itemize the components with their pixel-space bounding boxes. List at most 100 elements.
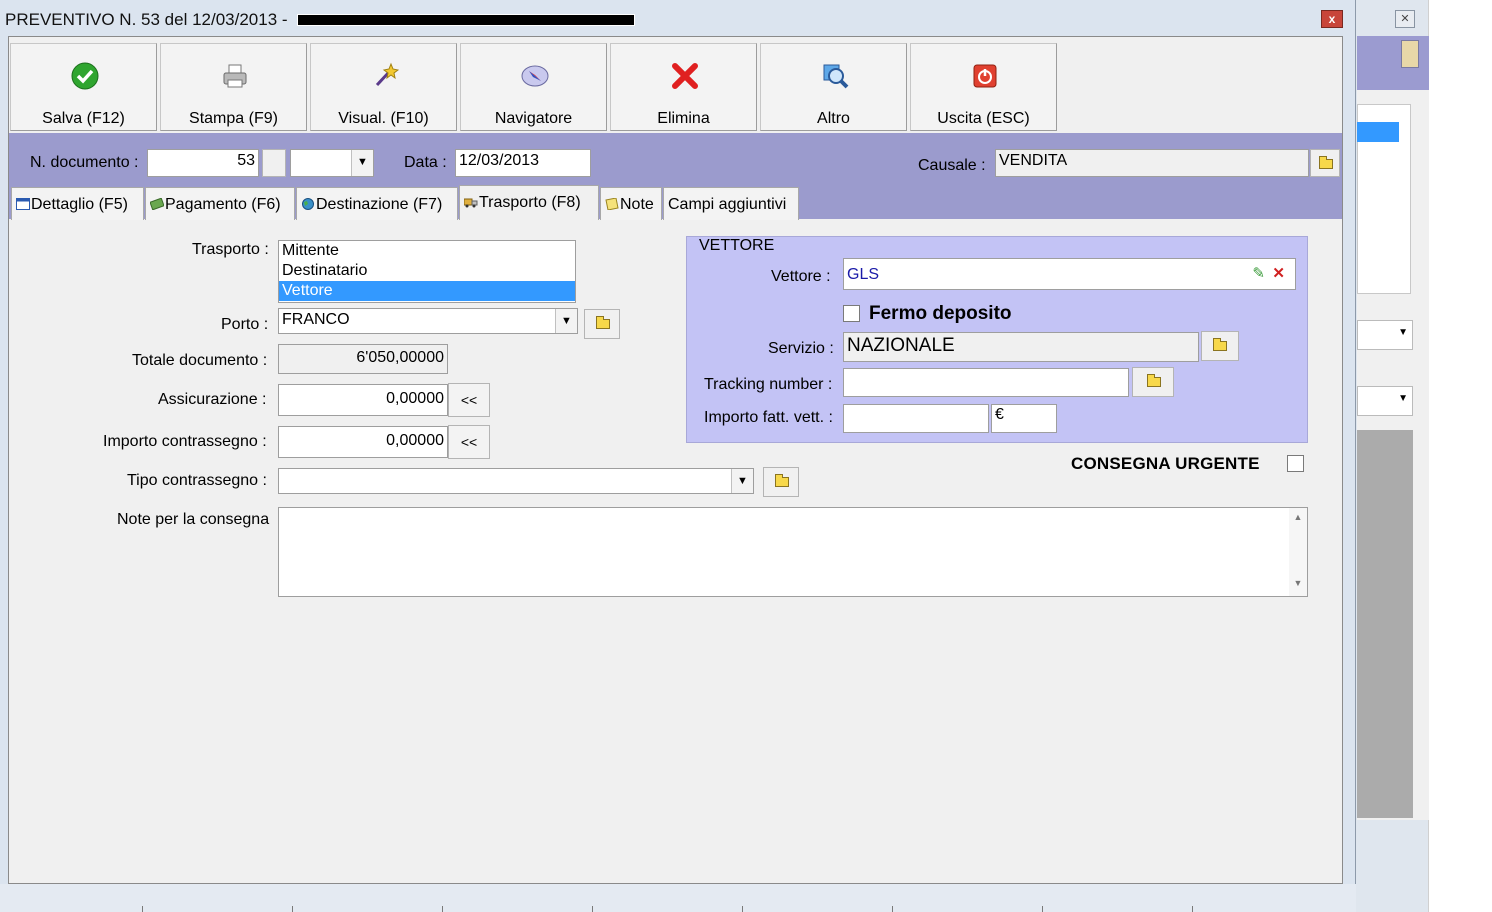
navigator-button-label: Navigatore <box>494 110 573 127</box>
folder-icon <box>1213 338 1227 351</box>
tipo-contrassegno-browse-button[interactable] <box>763 467 799 497</box>
redacted-customer-name <box>297 14 635 26</box>
scroll-up-icon[interactable]: ▲ <box>1289 512 1307 522</box>
contrassegno-field[interactable]: 0,00000 <box>278 426 448 458</box>
fermo-deposito-checkbox[interactable] <box>843 305 860 322</box>
consegna-urgente-checkbox[interactable] <box>1287 455 1304 472</box>
other-button[interactable]: Altro <box>760 43 907 131</box>
divider <box>742 906 743 912</box>
scroll-down-icon[interactable]: ▼ <box>1289 578 1307 588</box>
preview-button[interactable]: Visual. (F10) <box>310 43 457 131</box>
list-item[interactable]: Mittente <box>279 241 575 261</box>
causale-browse-button[interactable] <box>1310 149 1340 177</box>
tab-pagamento[interactable]: Pagamento (F6) <box>145 187 295 220</box>
assicurazione-label: Assicurazione : <box>158 391 267 408</box>
note-consegna-textarea[interactable]: ▲ ▼ <box>278 507 1308 597</box>
causale-field[interactable]: VENDITA <box>995 149 1309 177</box>
note-icon <box>605 198 619 210</box>
chevron-down-icon: ▼ <box>351 150 373 176</box>
importo-fatt-label: Importo fatt. vett. : <box>704 409 833 426</box>
importo-fatt-field[interactable] <box>843 404 989 433</box>
delete-button-label: Elimina <box>657 110 710 127</box>
doc-series-combo[interactable]: ▼ <box>290 149 374 177</box>
tab-campi-aggiuntivi[interactable]: Campi aggiuntivi <box>663 187 799 220</box>
tab-destinazione[interactable]: Destinazione (F7) <box>296 187 458 220</box>
preview-button-label: Visual. (F10) <box>338 110 429 127</box>
currency-field[interactable]: € <box>991 404 1057 433</box>
contrassegno-copy-button[interactable]: << <box>448 425 490 459</box>
check-icon <box>71 62 99 90</box>
taskbar-strip <box>0 884 1356 912</box>
tab-dettaglio[interactable]: Dettaglio (F5) <box>11 187 144 220</box>
chevron-down-icon: ▼ <box>555 309 577 333</box>
divider <box>292 906 293 912</box>
doc-number-field[interactable]: 53 <box>147 149 259 177</box>
tab-campi-aggiuntivi-label: Campi aggiuntivi <box>668 196 787 213</box>
date-label: Data : <box>404 154 447 171</box>
date-field[interactable]: 12/03/2013 <box>455 149 591 177</box>
servizio-label: Servizio : <box>768 340 834 357</box>
assicurazione-copy-button[interactable]: << <box>448 383 490 417</box>
money-icon <box>150 198 164 210</box>
totale-label: Totale documento : <box>132 352 268 369</box>
servizio-field[interactable]: NAZIONALE <box>843 332 1199 362</box>
edit-pencil-icon[interactable]: ✎ <box>1252 264 1265 282</box>
vettore-label: Vettore : <box>771 268 831 285</box>
list-item[interactable]: Destinatario <box>279 261 575 281</box>
tracking-field[interactable] <box>843 368 1129 397</box>
red-x-icon <box>672 63 698 89</box>
table-icon <box>16 198 30 210</box>
trasporto-listbox[interactable]: Mittente Destinatario Vettore <box>278 240 576 303</box>
fermo-deposito-label: Fermo deposito <box>869 303 1012 324</box>
background-list-selection <box>1357 122 1399 142</box>
delete-button[interactable]: Elimina <box>610 43 757 131</box>
print-button[interactable]: Stampa (F9) <box>160 43 307 131</box>
close-icon: x <box>1328 12 1336 26</box>
background-window: ✕ ▼ ▼ <box>1344 0 1429 912</box>
background-combo[interactable]: ▼ <box>1357 386 1413 416</box>
note-consegna-scrollbar[interactable]: ▲ ▼ <box>1289 508 1307 596</box>
toolbar: Salva (F12) Stampa (F9) Visual. (F10) Na… <box>10 41 1340 133</box>
folder-icon <box>596 316 610 329</box>
background-gray-area <box>1357 430 1413 818</box>
porto-combo[interactable]: FRANCO ▼ <box>278 308 578 334</box>
magic-wand-icon <box>375 62 399 87</box>
title-bar: PREVENTIVO N. 53 del 12/03/2013 - x <box>0 0 1356 36</box>
servizio-browse-button[interactable] <box>1201 331 1239 361</box>
tab-note[interactable]: Note <box>600 187 662 220</box>
divider <box>892 906 893 912</box>
form-client-area: Salva (F12) Stampa (F9) Visual. (F10) Na… <box>8 36 1343 884</box>
tracking-label: Tracking number : <box>704 376 833 393</box>
printer-icon <box>223 64 247 88</box>
exit-button[interactable]: Uscita (ESC) <box>910 43 1057 131</box>
tab-trasporto[interactable]: Trasporto (F8) <box>459 185 599 220</box>
vettore-field[interactable]: GLS ✎ ✕ <box>843 258 1296 290</box>
tab-destinazione-label: Destinazione (F7) <box>316 196 443 213</box>
tipo-contrassegno-label: Tipo contrassegno : <box>127 472 267 489</box>
background-combo[interactable]: ▼ <box>1357 320 1413 350</box>
tracking-browse-button[interactable] <box>1132 367 1174 397</box>
tab-trasporto-label: Trasporto (F8) <box>479 194 581 211</box>
doc-number-spin-button[interactable] <box>262 149 286 177</box>
desktop-background <box>1428 0 1492 912</box>
save-button[interactable]: Salva (F12) <box>10 43 157 131</box>
globe-icon <box>302 198 314 210</box>
close-window-button[interactable]: x <box>1321 10 1343 28</box>
assicurazione-field[interactable]: 0,00000 <box>278 384 448 416</box>
tipo-contrassegno-combo[interactable]: ▼ <box>278 468 754 494</box>
folder-icon <box>1319 156 1333 169</box>
chevron-down-icon: ▼ <box>731 469 753 493</box>
divider <box>1042 906 1043 912</box>
power-icon <box>973 64 997 88</box>
clear-x-icon[interactable]: ✕ <box>1272 264 1285 282</box>
list-item-selected[interactable]: Vettore <box>279 281 575 301</box>
porto-value: FRANCO <box>282 311 350 328</box>
background-close-icon[interactable]: ✕ <box>1395 10 1415 28</box>
background-app-icon <box>1401 40 1419 68</box>
navigator-button[interactable]: Navigatore <box>460 43 607 131</box>
magnifier-icon <box>823 64 849 89</box>
other-button-label: Altro <box>817 110 850 127</box>
tab-pagamento-label: Pagamento (F6) <box>165 196 281 213</box>
porto-browse-button[interactable] <box>584 309 620 339</box>
divider <box>142 906 143 912</box>
